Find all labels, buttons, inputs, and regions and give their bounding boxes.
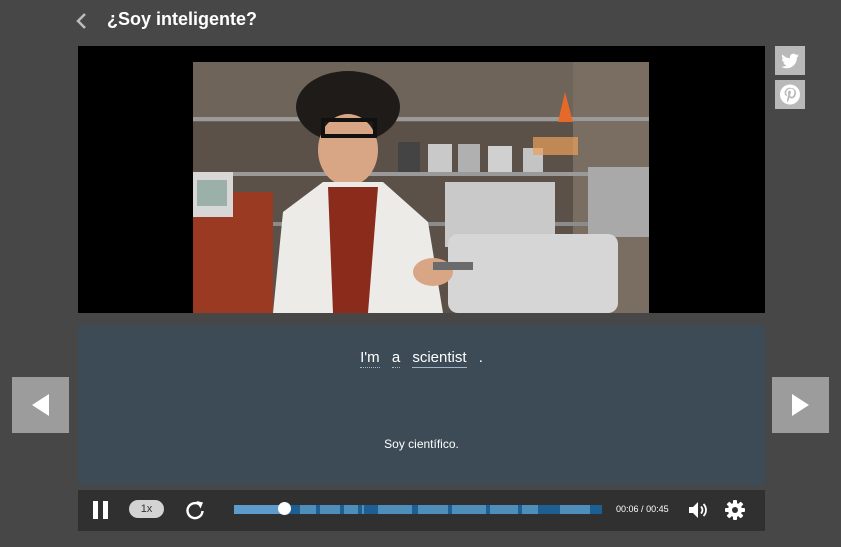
volume-button[interactable] <box>687 499 709 526</box>
twitter-icon <box>781 53 799 69</box>
triangle-left-icon <box>32 394 49 416</box>
subtitle-segment <box>362 505 364 514</box>
subtitle-segment <box>452 505 486 514</box>
speed-button[interactable]: 1x <box>129 500 164 518</box>
current-time: 00:06 <box>616 504 639 514</box>
progress-knob[interactable] <box>277 502 291 515</box>
page-title: ¿Soy inteligente? <box>107 9 258 29</box>
translation-caption: Soy científico. <box>384 437 459 451</box>
subtitle-segment <box>490 505 518 514</box>
pinterest-share-button[interactable] <box>775 80 805 109</box>
header: ¿Soy inteligente? <box>0 0 841 42</box>
previous-button[interactable] <box>12 377 69 433</box>
progress-fill <box>234 505 284 514</box>
video-player[interactable] <box>78 46 765 313</box>
subtitle-segment <box>418 505 448 514</box>
subtitle-segment <box>522 505 538 514</box>
next-button[interactable] <box>772 377 829 433</box>
pause-button[interactable] <box>92 499 110 526</box>
caption-word[interactable]: a <box>391 349 401 368</box>
pause-icon <box>93 501 108 519</box>
caption-word[interactable]: scientist <box>412 349 467 368</box>
subtitle-segment <box>300 505 316 514</box>
video-still-image <box>193 62 649 313</box>
video-frame[interactable] <box>193 62 649 313</box>
chevron-left-icon <box>76 13 86 29</box>
replay-icon <box>186 501 204 520</box>
progress-bar[interactable] <box>234 502 602 515</box>
duration: 00:45 <box>646 504 669 514</box>
caption-punctuation: . <box>478 349 483 366</box>
gear-icon <box>725 500 745 520</box>
time-display: 00:06 / 00:45 <box>616 504 669 514</box>
caption-word[interactable]: I'm <box>360 349 380 368</box>
triangle-right-icon <box>792 394 809 416</box>
volume-icon <box>689 502 707 518</box>
twitter-share-button[interactable] <box>775 46 805 75</box>
subtitle-segment <box>320 505 340 514</box>
subtitle-segment <box>560 505 590 514</box>
subtitle-segment <box>378 505 412 514</box>
time-separator: / <box>641 504 644 514</box>
replay-button[interactable] <box>184 499 206 526</box>
caption-panel: I'm a scientist . Soy científico. <box>78 325 765 485</box>
english-caption: I'm a scientist . <box>78 349 765 368</box>
subtitle-segment <box>344 505 358 514</box>
settings-button[interactable] <box>724 499 746 526</box>
player-controls: 1x 00:06 / 00:45 <box>78 490 765 531</box>
pinterest-icon <box>780 84 800 105</box>
back-button[interactable] <box>72 11 92 31</box>
